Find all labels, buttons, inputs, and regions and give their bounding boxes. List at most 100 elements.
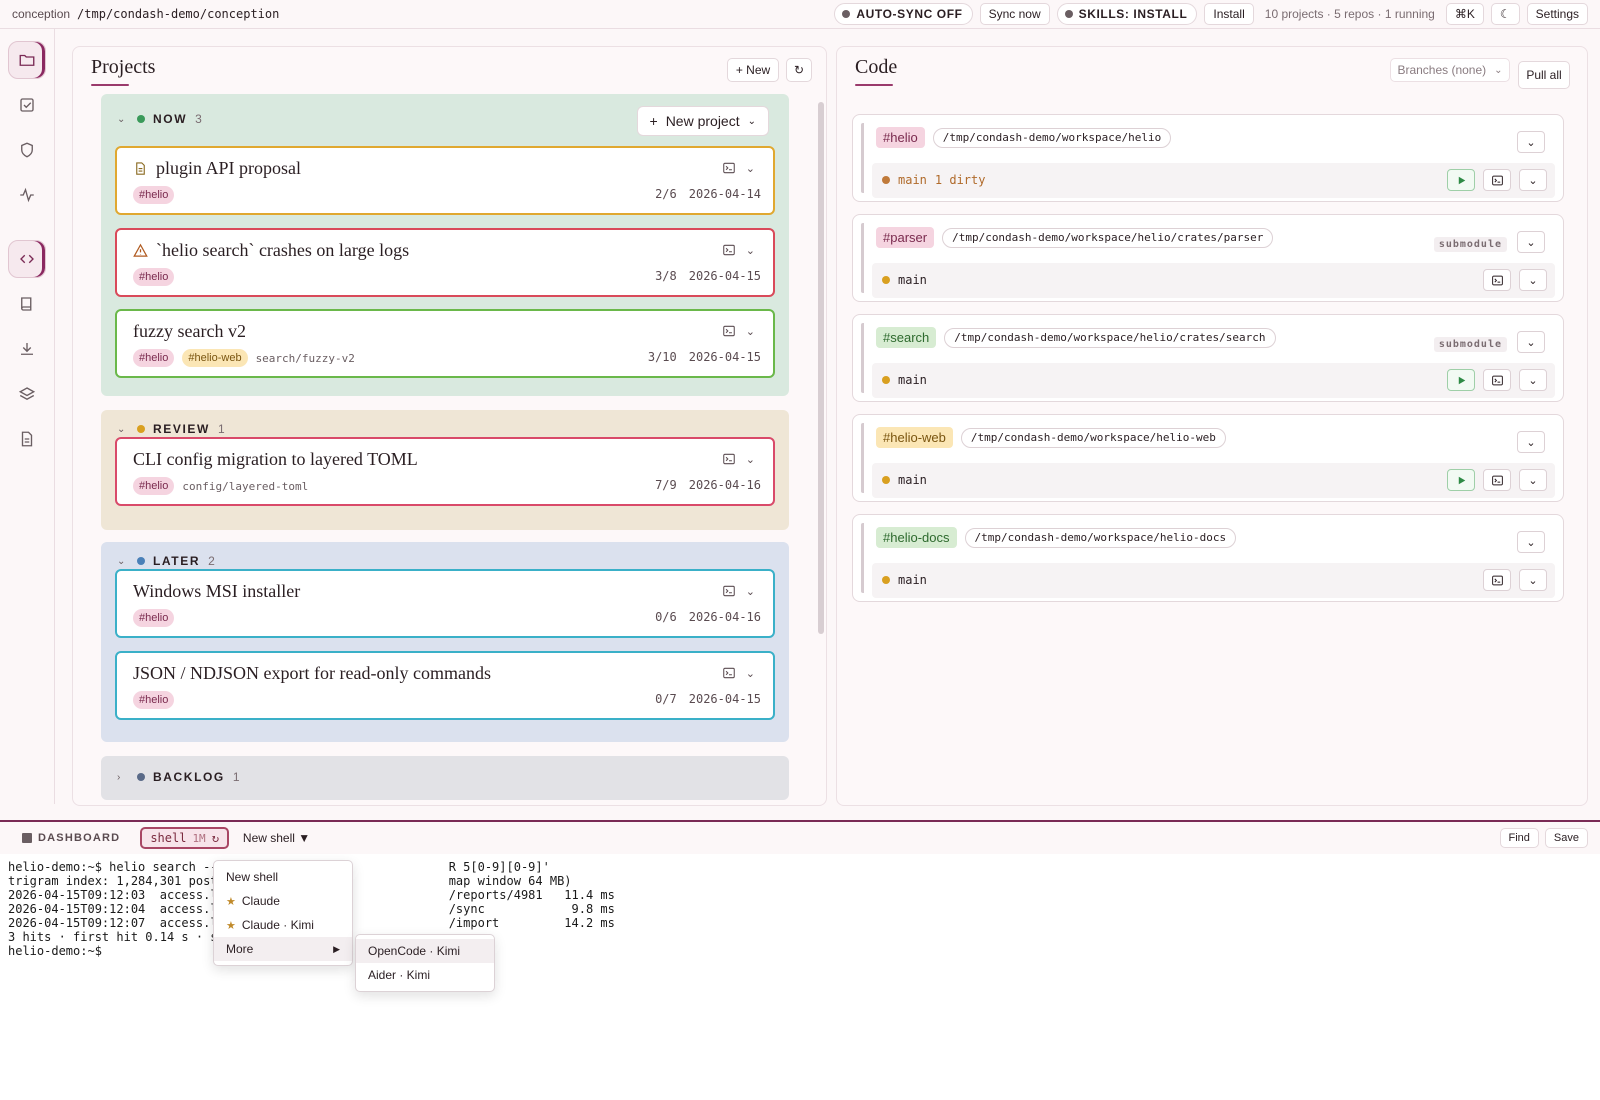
open-terminal-button[interactable] <box>1483 169 1511 191</box>
new-shell-dropdown[interactable]: New shell ▼ <box>239 831 310 845</box>
install-button[interactable]: Install <box>1204 3 1254 25</box>
chevron-down-icon: ⌄ <box>747 115 756 127</box>
repo-menu-button[interactable]: ⌄ <box>1517 531 1545 553</box>
open-terminal-button[interactable] <box>1483 369 1511 391</box>
branch-menu-button[interactable]: ⌄ <box>1519 469 1547 491</box>
downloads-nav-button[interactable] <box>8 330 46 368</box>
skills-status[interactable]: SKILLS: INSTALL <box>1056 3 1198 25</box>
save-button[interactable]: Save <box>1544 828 1588 848</box>
play-icon <box>1455 374 1468 387</box>
group-header[interactable]: ⌄ NOW 3 <box>117 112 202 126</box>
project-tag[interactable]: #helio-web <box>182 349 248 367</box>
project-tag[interactable]: #helio <box>133 186 175 204</box>
branch-menu-button[interactable]: ⌄ <box>1519 169 1547 191</box>
run-button[interactable] <box>1447 469 1475 491</box>
open-terminal-button[interactable] <box>1483 469 1511 491</box>
repo-menu-button[interactable]: ⌄ <box>1517 431 1545 453</box>
open-terminal-button[interactable] <box>1483 569 1511 591</box>
docs-nav-button[interactable] <box>8 285 46 323</box>
theme-toggle-button[interactable]: ☾ <box>1490 3 1520 25</box>
repo-path[interactable]: /tmp/condash-demo/workspace/helio-web <box>960 427 1226 448</box>
autosync-toggle[interactable]: AUTO-SYNC OFF <box>834 3 973 25</box>
project-card[interactable]: plugin API proposal ⌄ #helio 2/6 2026-04-14 <box>115 146 775 215</box>
menu-item-new-shell[interactable]: New shell <box>214 865 352 889</box>
left-rail <box>0 29 55 804</box>
project-card[interactable]: Windows MSI installer ⌄ #helio 0/6 2026-04-1… <box>115 569 775 638</box>
project-tag[interactable]: #helio <box>133 691 175 709</box>
terminal-icon[interactable] <box>722 324 736 338</box>
chevron-down-icon[interactable]: ⌄ <box>746 585 755 598</box>
project-tag[interactable]: #helio <box>133 349 175 367</box>
pull-all-button[interactable]: Pull all <box>1518 61 1570 89</box>
open-terminal-button[interactable] <box>1483 269 1511 291</box>
project-card[interactable]: JSON / NDJSON export for read-only comma… <box>115 651 775 720</box>
terminal-icon[interactable] <box>722 584 736 598</box>
group-header[interactable]: ⌄ LATER 2 <box>117 554 215 568</box>
code-nav-button[interactable] <box>8 240 46 278</box>
find-button[interactable]: Find <box>1499 828 1539 848</box>
menu-item-claude[interactable]: ★ Claude <box>214 889 352 913</box>
group-header[interactable]: ⌄ REVIEW 1 <box>117 422 225 436</box>
chevron-down-icon[interactable]: ⌄ <box>746 453 755 466</box>
project-card[interactable]: fuzzy search v2 ⌄ #helio #helio-web search/f… <box>115 309 775 378</box>
branch-menu-button[interactable]: ⌄ <box>1519 369 1547 391</box>
projects-scrollbar[interactable] <box>818 102 824 634</box>
new-project-button[interactable]: + New <box>727 58 779 82</box>
run-button[interactable] <box>1447 169 1475 191</box>
new-project-dropdown[interactable]: + New project ⌄ <box>636 106 769 136</box>
menu-item-aider-kimi[interactable]: Aider · Kimi <box>356 963 494 987</box>
chevron-down-icon[interactable]: ⌄ <box>746 325 755 338</box>
tasks-nav-button[interactable] <box>8 86 46 124</box>
repo-tag[interactable]: #parser <box>876 227 935 248</box>
repo-menu-button[interactable]: ⌄ <box>1517 331 1545 353</box>
command-palette-button[interactable]: ⌘K <box>1445 3 1484 25</box>
dashboard-tab[interactable]: DASHBOARD <box>12 832 130 844</box>
card-title: JSON / NDJSON export for read-only comma… <box>133 663 491 683</box>
group-dot-icon <box>137 115 145 123</box>
group-header[interactable]: › BACKLOG 1 <box>117 770 240 784</box>
sync-now-button[interactable]: Sync now <box>979 3 1050 25</box>
branch-menu-button[interactable]: ⌄ <box>1519 269 1547 291</box>
repo-menu-button[interactable]: ⌄ <box>1517 231 1545 253</box>
repo-path[interactable]: /tmp/condash-demo/workspace/helio/crates… <box>944 327 1276 348</box>
terminal-icon[interactable] <box>722 161 736 175</box>
chevron-down-icon: ⌄ <box>1528 374 1538 387</box>
shell-tab[interactable]: shell 1M ↻ <box>140 827 229 849</box>
pulse-icon <box>20 187 34 203</box>
repo-card: #parser/tmp/condash-demo/workspace/helio… <box>852 214 1564 302</box>
terminal-icon[interactable] <box>722 243 736 257</box>
project-tag[interactable]: #helio <box>133 609 175 627</box>
group-later: ⌄ LATER 2 Windows MSI installer ⌄ #helio 0/… <box>101 542 789 742</box>
terminal-icon[interactable] <box>722 666 736 680</box>
project-card[interactable]: `helio search` crashes on large logs ⌄ #he… <box>115 228 775 297</box>
chevron-down-icon[interactable]: ⌄ <box>746 162 755 175</box>
notes-nav-button[interactable] <box>8 420 46 458</box>
settings-button[interactable]: Settings <box>1526 3 1588 25</box>
repo-path[interactable]: /tmp/condash-demo/workspace/helio/crates… <box>942 227 1274 248</box>
layers-nav-button[interactable] <box>8 375 46 413</box>
repo-path[interactable]: /tmp/condash-demo/workspace/helio <box>932 127 1172 148</box>
repo-tag[interactable]: #helio-docs <box>876 527 957 548</box>
refresh-button[interactable]: ↻ <box>786 58 812 82</box>
activity-nav-button[interactable] <box>8 176 46 214</box>
projects-nav-button[interactable] <box>8 41 46 79</box>
run-button[interactable] <box>1447 369 1475 391</box>
chevron-down-icon[interactable]: ⌄ <box>746 667 755 680</box>
terminal-icon[interactable] <box>722 452 736 466</box>
project-tag[interactable]: #helio <box>133 268 175 286</box>
repo-tag[interactable]: #helio <box>876 127 925 148</box>
branches-dropdown[interactable]: Branches (none) ⌄ <box>1390 58 1510 82</box>
project-tag[interactable]: #helio <box>133 477 175 495</box>
menu-item-more[interactable]: More ▶ <box>214 937 352 961</box>
repo-path[interactable]: /tmp/condash-demo/workspace/helio-docs <box>964 527 1237 548</box>
menu-item-claude-kimi[interactable]: ★ Claude · Kimi <box>214 913 352 937</box>
project-card[interactable]: CLI config migration to layered TOML ⌄ #he… <box>115 437 775 506</box>
security-nav-button[interactable] <box>8 131 46 169</box>
branch-menu-button[interactable]: ⌄ <box>1519 569 1547 591</box>
repo-menu-button[interactable]: ⌄ <box>1517 131 1545 153</box>
task-progress: 2/6 <box>655 187 677 201</box>
repo-tag[interactable]: #helio-web <box>876 427 953 448</box>
chevron-down-icon[interactable]: ⌄ <box>746 244 755 257</box>
menu-item-opencode-kimi[interactable]: OpenCode · Kimi <box>356 939 494 963</box>
repo-tag[interactable]: #search <box>876 327 937 348</box>
